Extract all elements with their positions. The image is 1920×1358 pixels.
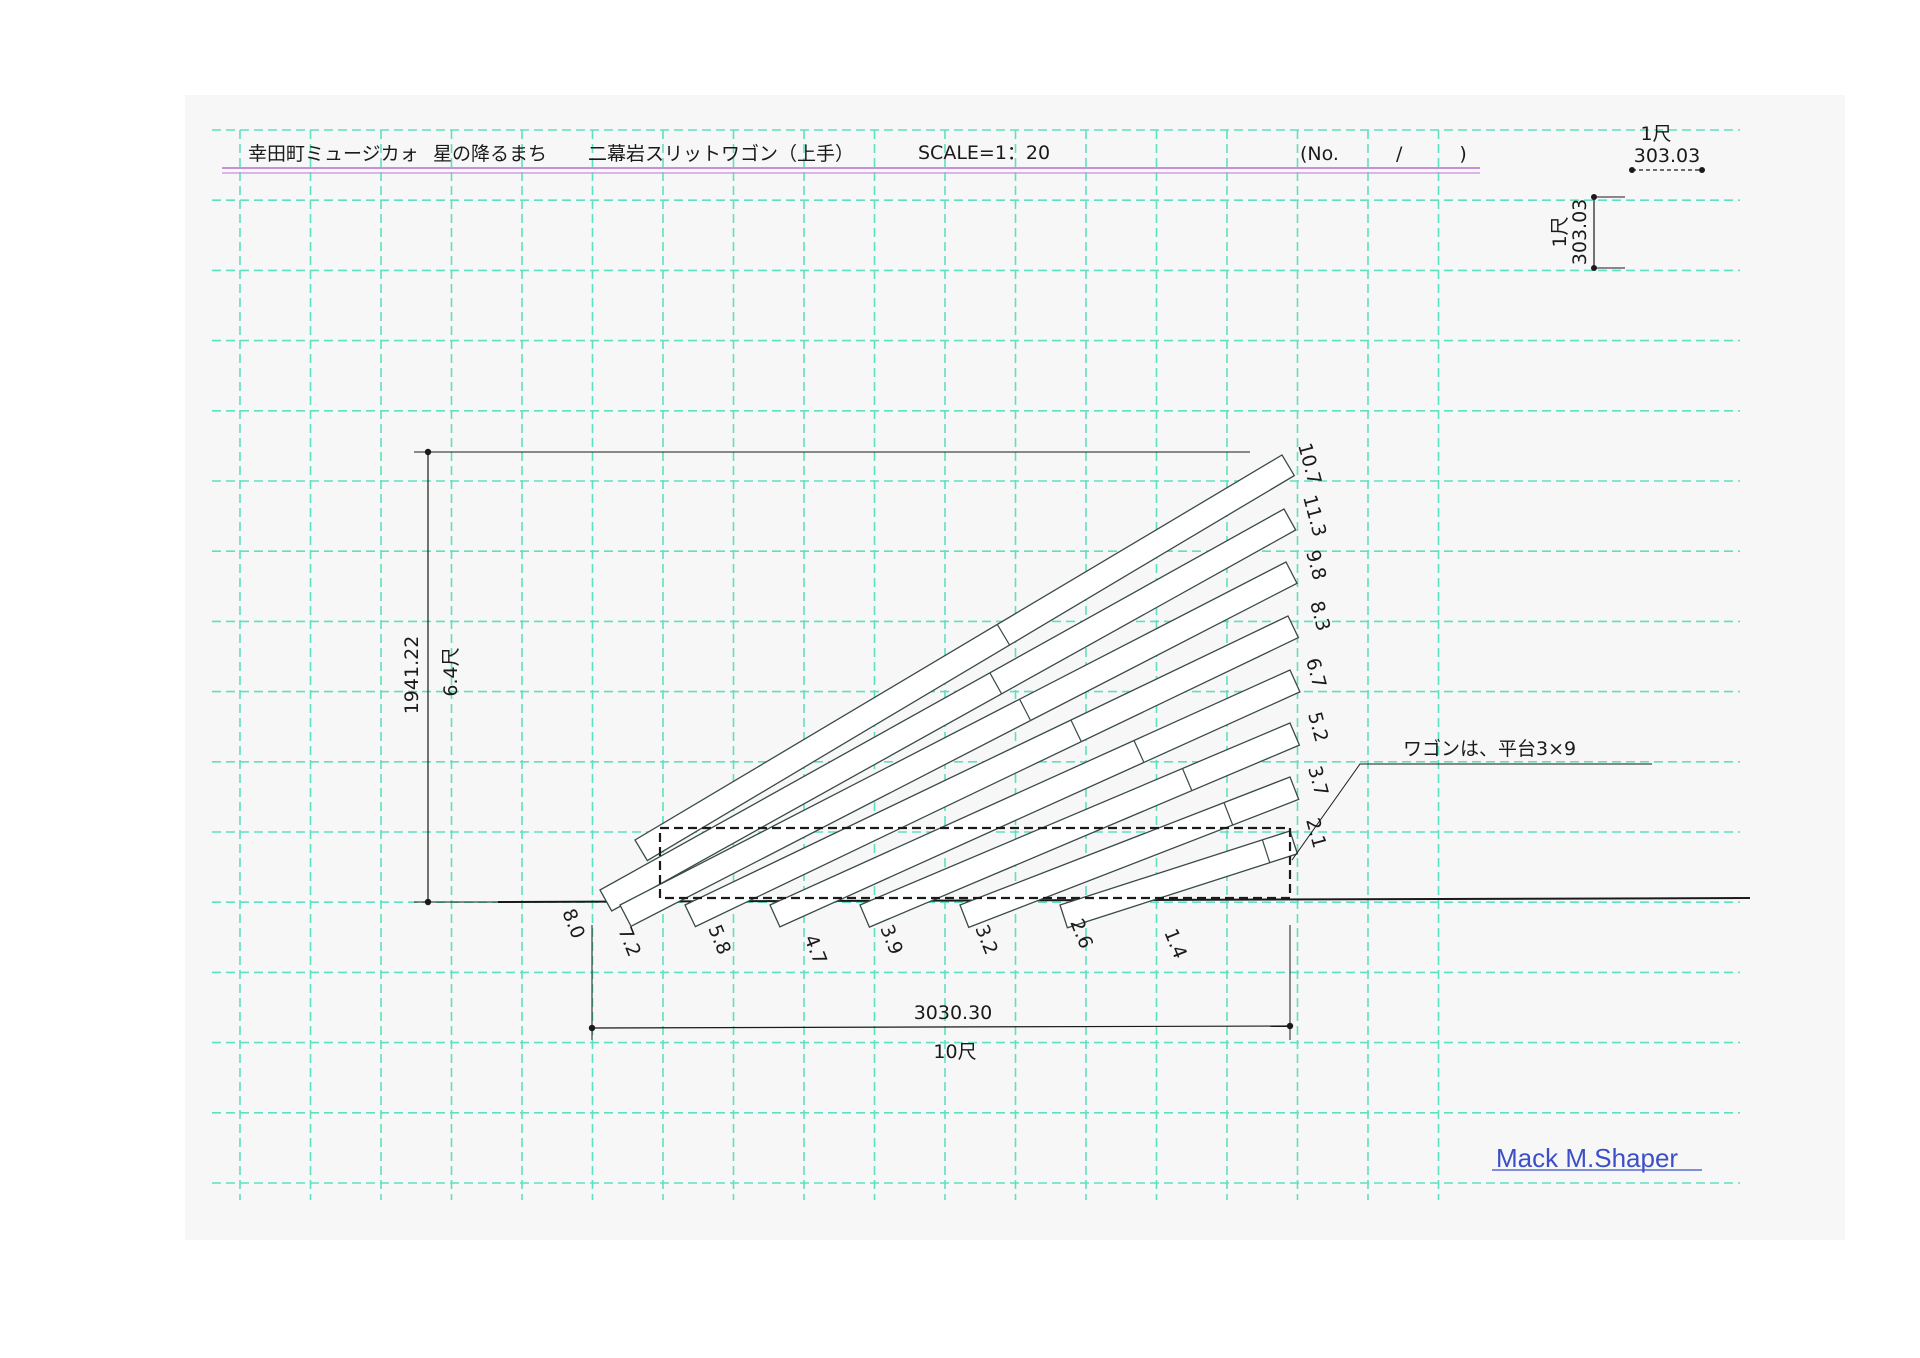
drawing-sheet: 幸田町ミュージカォ 星の降るまち 二幕岩スリットワゴン（上手） SCALE=1：… <box>185 95 1845 1240</box>
signature: Mack M.Shaper <box>1496 1143 1678 1173</box>
scale-h-dot-left <box>1629 167 1635 173</box>
scale-v-dot-bottom <box>1591 265 1597 271</box>
height-dim-dot-bottom <box>424 898 432 906</box>
width-dim-dot-right <box>1286 1022 1294 1030</box>
width-dim-dot-left <box>588 1024 596 1032</box>
scale-h-value: 303.03 <box>1634 145 1700 167</box>
width-mm: 3030.30 <box>914 1002 993 1024</box>
scale-v-unit: 1尺 <box>1549 216 1571 247</box>
scale-v-value: 303.03 <box>1569 199 1591 265</box>
scale-h-dot-right <box>1699 167 1705 173</box>
wagon-note: ワゴンは、平台3×9 <box>1403 738 1576 760</box>
piece-title: 二幕岩スリットワゴン（上手） <box>588 143 854 165</box>
scale-v-dot-top <box>1591 194 1597 200</box>
production-title: 幸田町ミュージカォ <box>248 143 419 165</box>
show-title: 星の降るまち <box>433 143 547 165</box>
height-dim-dot-top <box>424 448 432 456</box>
height-shaku: 6.4尺 <box>440 647 462 696</box>
height-mm: 1941.22 <box>401 636 423 715</box>
scale-h-unit: 1尺 <box>1640 123 1671 145</box>
width-shaku: 10尺 <box>933 1041 976 1063</box>
sheet-number: (No. / ) <box>1300 143 1467 165</box>
scale-label: SCALE=1：20 <box>918 142 1050 164</box>
